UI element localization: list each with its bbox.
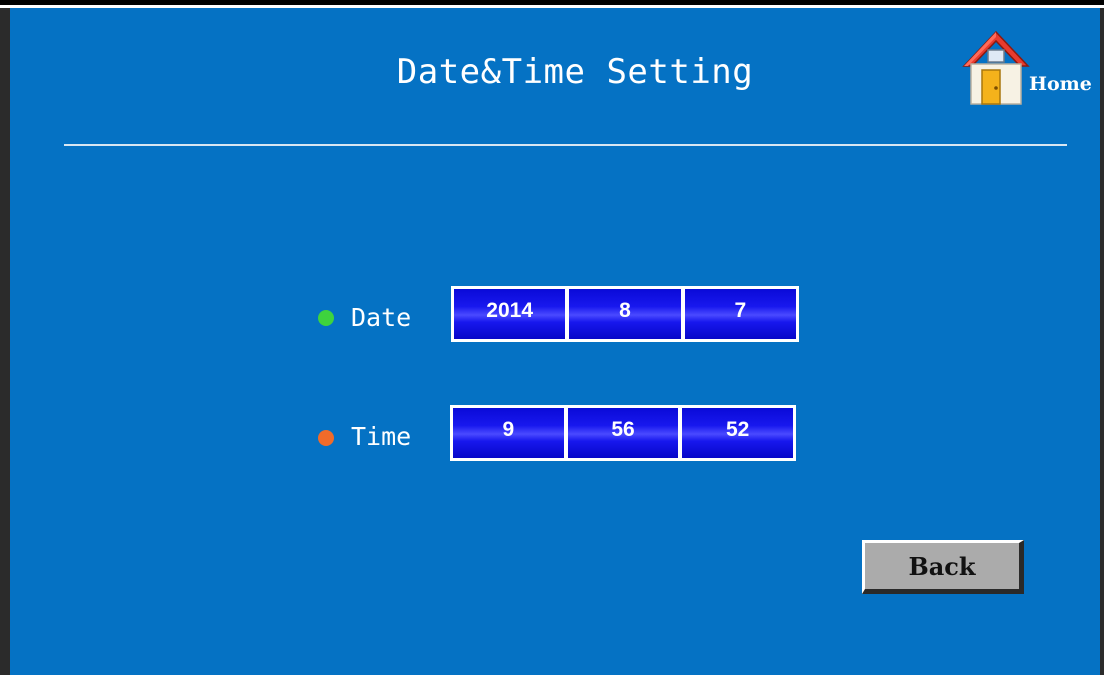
- home-button[interactable]: Home: [960, 26, 1095, 108]
- time-hour-field[interactable]: 9: [453, 408, 564, 458]
- frame-left-border: [0, 8, 10, 675]
- house-icon: [962, 30, 1030, 105]
- date-field-group: 2014 8 7: [451, 286, 799, 342]
- date-year-field[interactable]: 2014: [454, 289, 566, 339]
- time-field-group: 9 56 52: [450, 405, 796, 461]
- hmi-screen: Date&Time Setting Home Date 2014 8 7 Tim…: [10, 8, 1100, 675]
- time-label: Time: [351, 422, 412, 451]
- time-indicator-dot: [318, 430, 334, 446]
- date-day-field[interactable]: 7: [684, 289, 796, 339]
- time-minute-field[interactable]: 56: [567, 408, 679, 458]
- frame-right-border: [1100, 8, 1104, 675]
- time-second-field[interactable]: 52: [682, 408, 794, 458]
- back-button[interactable]: Back: [862, 540, 1024, 594]
- page-title: Date&Time Setting: [396, 52, 754, 92]
- date-indicator-dot: [318, 310, 334, 326]
- home-label: Home: [1029, 73, 1092, 95]
- title-divider: [64, 144, 1067, 146]
- date-month-field[interactable]: 8: [569, 289, 681, 339]
- date-label: Date: [351, 303, 412, 332]
